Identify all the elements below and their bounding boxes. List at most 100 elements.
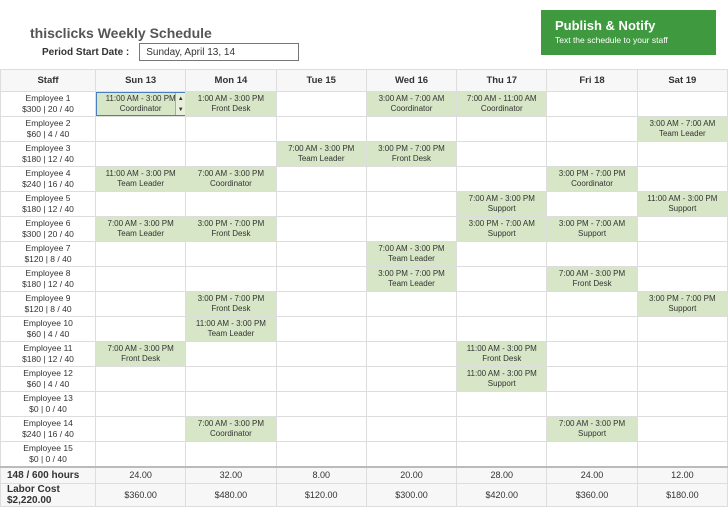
- schedule-cell[interactable]: [96, 317, 186, 342]
- schedule-cell[interactable]: [96, 242, 186, 267]
- schedule-cell[interactable]: [547, 92, 637, 117]
- schedule-cell[interactable]: [276, 392, 366, 417]
- schedule-cell[interactable]: [276, 267, 366, 292]
- shift-block[interactable]: 1:00 AM - 3:00 PMFront Desk: [186, 92, 275, 116]
- schedule-cell[interactable]: 3:00 PM - 7:00 PMTeam Leader: [366, 267, 456, 292]
- shift-block[interactable]: 7:00 AM - 3:00 PMSupport: [547, 417, 636, 441]
- publish-button[interactable]: Publish & Notify Text the schedule to yo…: [541, 10, 716, 55]
- schedule-cell[interactable]: [276, 192, 366, 217]
- schedule-cell[interactable]: [457, 417, 547, 442]
- shift-block[interactable]: 3:00 PM - 7:00 PMSupport: [638, 292, 727, 316]
- schedule-cell[interactable]: 7:00 AM - 3:00 PMCoordinator: [186, 167, 276, 192]
- shift-block[interactable]: 3:00 PM - 7:00 PMFront Desk: [367, 142, 456, 166]
- schedule-cell[interactable]: [366, 342, 456, 367]
- schedule-cell[interactable]: [366, 192, 456, 217]
- schedule-cell[interactable]: [457, 267, 547, 292]
- schedule-cell[interactable]: [366, 167, 456, 192]
- schedule-cell[interactable]: [186, 367, 276, 392]
- schedule-cell[interactable]: [547, 317, 637, 342]
- shift-block[interactable]: 11:00 AM - 3:00 PMSupport: [457, 367, 546, 391]
- schedule-cell[interactable]: [276, 217, 366, 242]
- schedule-cell[interactable]: [96, 442, 186, 468]
- schedule-cell[interactable]: [457, 317, 547, 342]
- schedule-cell[interactable]: [547, 242, 637, 267]
- schedule-cell[interactable]: [276, 442, 366, 468]
- schedule-cell[interactable]: [366, 417, 456, 442]
- shift-block[interactable]: 7:00 AM - 3:00 PMSupport: [457, 192, 546, 216]
- shift-block[interactable]: 7:00 AM - 3:00 PMTeam Leader: [96, 217, 185, 241]
- schedule-cell[interactable]: 7:00 AM - 11:00 AMCoordinator: [457, 92, 547, 117]
- schedule-cell[interactable]: [366, 117, 456, 142]
- schedule-cell[interactable]: [366, 217, 456, 242]
- schedule-cell[interactable]: [186, 242, 276, 267]
- schedule-cell[interactable]: [366, 317, 456, 342]
- schedule-cell[interactable]: [96, 192, 186, 217]
- schedule-cell[interactable]: 7:00 AM - 3:00 PMSupport: [547, 417, 637, 442]
- shift-block[interactable]: 7:00 AM - 3:00 PMTeam Leader: [367, 242, 456, 266]
- schedule-cell[interactable]: [276, 117, 366, 142]
- schedule-cell[interactable]: [96, 392, 186, 417]
- schedule-cell[interactable]: [457, 242, 547, 267]
- schedule-cell[interactable]: [637, 392, 727, 417]
- schedule-cell[interactable]: 3:00 PM - 7:00 PMFront Desk: [186, 292, 276, 317]
- schedule-cell[interactable]: [637, 217, 727, 242]
- schedule-cell[interactable]: [366, 442, 456, 468]
- schedule-cell[interactable]: 7:00 AM - 3:00 PMSupport: [457, 192, 547, 217]
- schedule-cell[interactable]: [186, 142, 276, 167]
- schedule-cell[interactable]: [457, 442, 547, 468]
- schedule-cell[interactable]: [276, 342, 366, 367]
- schedule-cell[interactable]: 3:00 PM - 7:00 AMSupport: [547, 217, 637, 242]
- schedule-cell[interactable]: [637, 367, 727, 392]
- schedule-cell[interactable]: [547, 292, 637, 317]
- schedule-cell[interactable]: [186, 117, 276, 142]
- schedule-cell[interactable]: [96, 117, 186, 142]
- shift-block[interactable]: 7:00 AM - 3:00 PMFront Desk: [96, 342, 185, 366]
- schedule-cell[interactable]: [457, 392, 547, 417]
- schedule-cell[interactable]: 11:00 AM - 3:00 PMCoordinator▲▼: [96, 92, 186, 117]
- schedule-cell[interactable]: [186, 267, 276, 292]
- schedule-cell[interactable]: 7:00 AM - 3:00 PMTeam Leader: [96, 217, 186, 242]
- schedule-cell[interactable]: 11:00 AM - 3:00 PMFront Desk: [457, 342, 547, 367]
- schedule-cell[interactable]: [186, 342, 276, 367]
- schedule-cell[interactable]: [637, 167, 727, 192]
- schedule-cell[interactable]: [276, 242, 366, 267]
- schedule-cell[interactable]: [637, 242, 727, 267]
- schedule-cell[interactable]: 3:00 PM - 7:00 PMCoordinator: [547, 167, 637, 192]
- schedule-cell[interactable]: 3:00 PM - 7:00 PMFront Desk: [186, 217, 276, 242]
- shift-block[interactable]: 11:00 AM - 3:00 PMTeam Leader: [96, 167, 185, 191]
- schedule-cell[interactable]: 7:00 AM - 3:00 PMFront Desk: [547, 267, 637, 292]
- schedule-cell[interactable]: 11:00 AM - 3:00 PMTeam Leader: [186, 317, 276, 342]
- schedule-cell[interactable]: [276, 417, 366, 442]
- schedule-cell[interactable]: 1:00 AM - 3:00 PMFront Desk: [186, 92, 276, 117]
- schedule-cell[interactable]: 7:00 AM - 3:00 PMTeam Leader: [366, 242, 456, 267]
- schedule-cell[interactable]: [637, 92, 727, 117]
- shift-block[interactable]: 3:00 PM - 7:00 AMSupport: [457, 217, 546, 241]
- schedule-cell[interactable]: [276, 367, 366, 392]
- schedule-cell[interactable]: [637, 267, 727, 292]
- schedule-cell[interactable]: 7:00 AM - 3:00 PMCoordinator: [186, 417, 276, 442]
- shift-block[interactable]: 11:00 AM - 3:00 PMFront Desk: [457, 342, 546, 366]
- schedule-cell[interactable]: [276, 92, 366, 117]
- schedule-cell[interactable]: [96, 142, 186, 167]
- period-input[interactable]: Sunday, April 13, 14: [139, 43, 299, 61]
- schedule-cell[interactable]: [366, 292, 456, 317]
- schedule-cell[interactable]: [96, 367, 186, 392]
- shift-block[interactable]: 3:00 PM - 7:00 PMCoordinator: [547, 167, 636, 191]
- schedule-cell[interactable]: [547, 442, 637, 468]
- schedule-cell[interactable]: [547, 342, 637, 367]
- schedule-cell[interactable]: [547, 117, 637, 142]
- shift-block[interactable]: 7:00 AM - 3:00 PMCoordinator: [186, 417, 275, 441]
- schedule-cell[interactable]: [186, 392, 276, 417]
- schedule-cell[interactable]: [547, 392, 637, 417]
- schedule-cell[interactable]: [457, 167, 547, 192]
- shift-block[interactable]: 7:00 AM - 3:00 PMCoordinator: [186, 167, 275, 191]
- schedule-cell[interactable]: 3:00 PM - 7:00 PMSupport: [637, 292, 727, 317]
- schedule-cell[interactable]: [186, 442, 276, 468]
- shift-block[interactable]: 7:00 AM - 3:00 PMFront Desk: [547, 267, 636, 291]
- schedule-cell[interactable]: [457, 117, 547, 142]
- schedule-cell[interactable]: [637, 317, 727, 342]
- schedule-cell[interactable]: [96, 417, 186, 442]
- shift-block[interactable]: 3:00 PM - 7:00 PMFront Desk: [186, 217, 275, 241]
- schedule-cell[interactable]: 3:00 AM - 7:00 AMCoordinator: [366, 92, 456, 117]
- shift-block[interactable]: 7:00 AM - 11:00 AMCoordinator: [457, 92, 546, 116]
